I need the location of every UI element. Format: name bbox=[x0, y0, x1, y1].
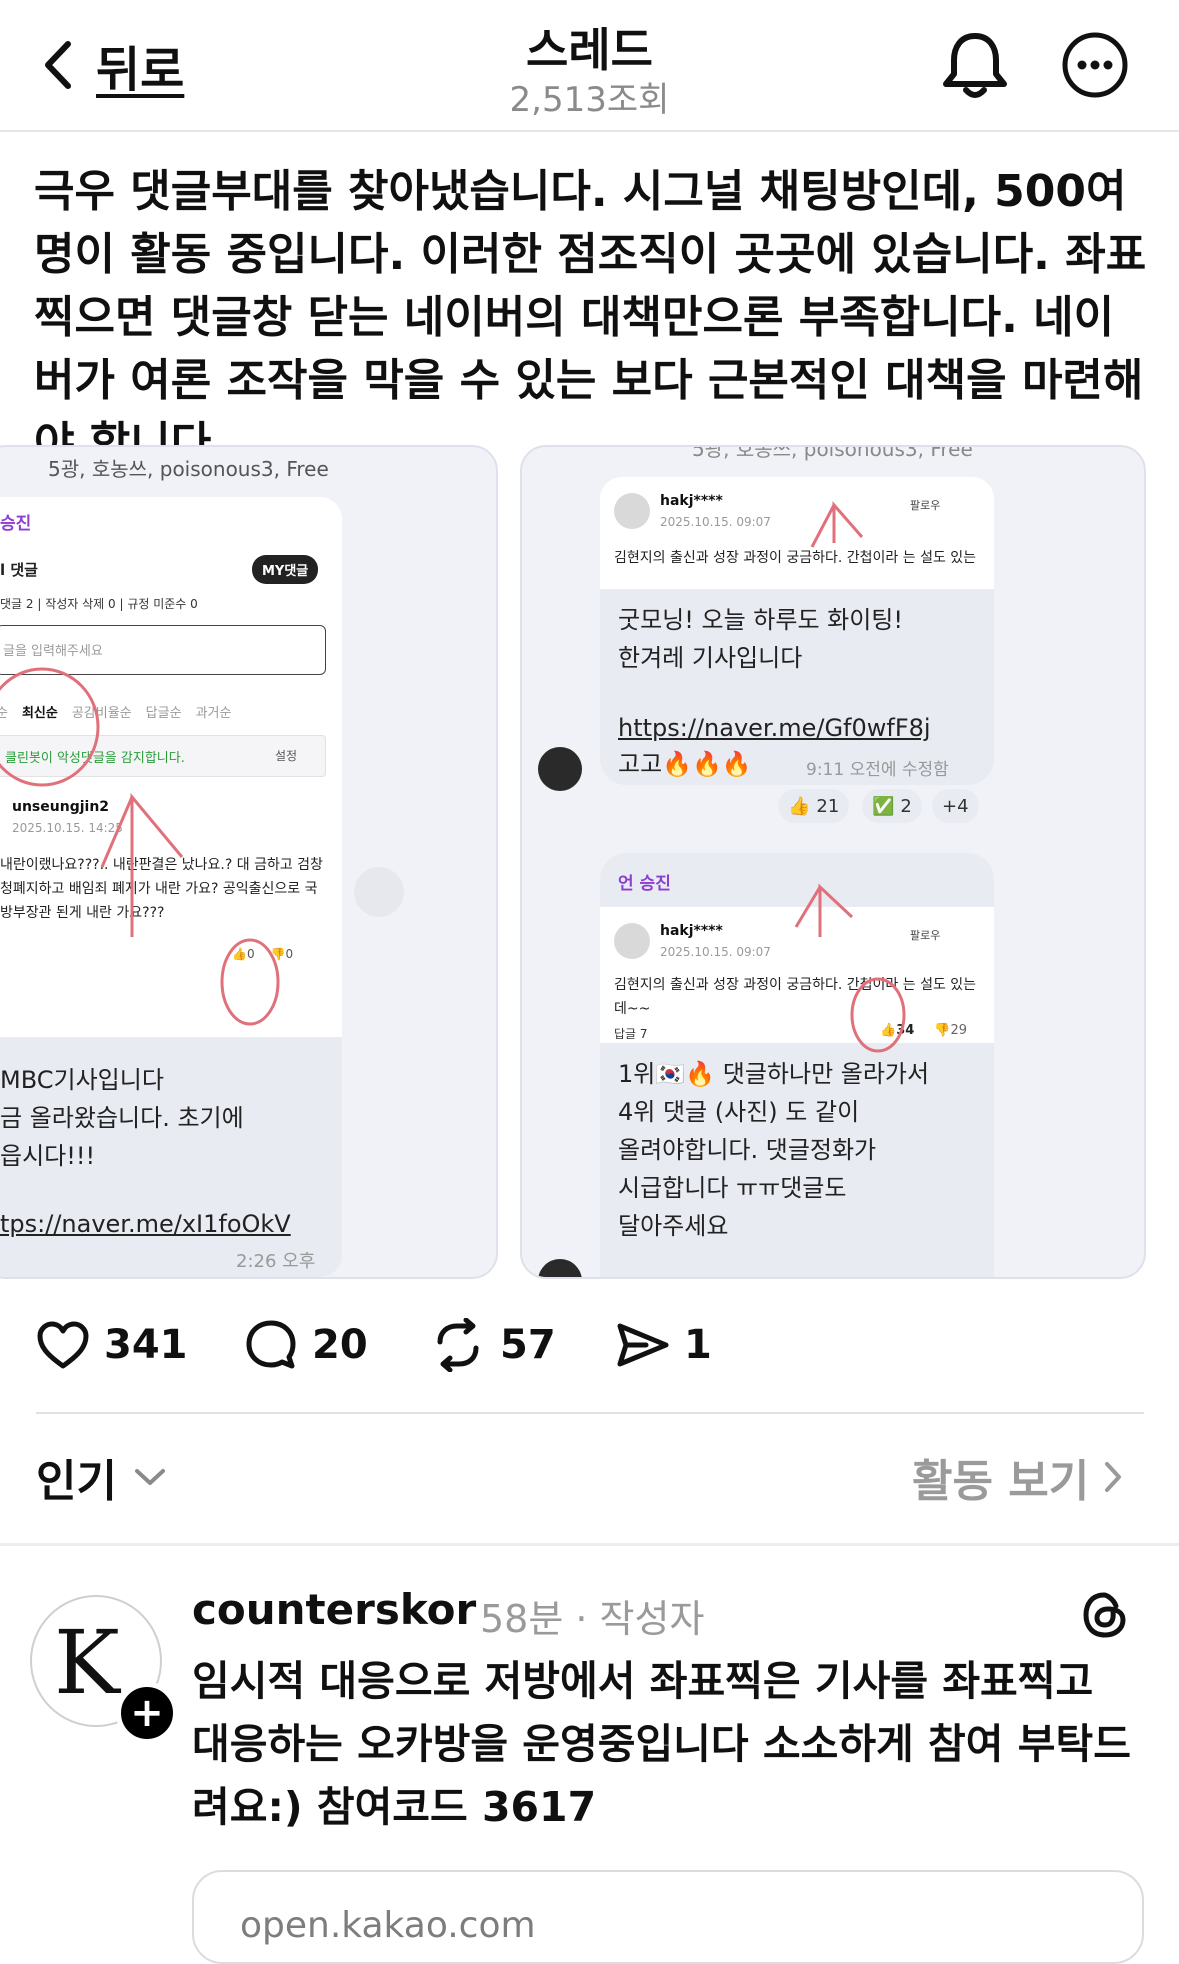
repost-count: 57 bbox=[500, 1322, 556, 1368]
like-count: 341 bbox=[104, 1322, 188, 1368]
share-count: 1 bbox=[684, 1322, 712, 1368]
chevron-right-icon bbox=[1105, 1462, 1122, 1492]
send-icon bbox=[617, 1323, 669, 1367]
avatar-letter: K bbox=[54, 1611, 120, 1714]
repost-icon bbox=[437, 1318, 479, 1372]
red-annotations-2 bbox=[794, 501, 906, 1053]
sort-label: 인기 bbox=[36, 1456, 117, 1507]
view-activity-link[interactable]: 활동 보기 bbox=[912, 1445, 1123, 1509]
red-annotations bbox=[0, 667, 280, 1026]
attached-image-2[interactable]: 5광, 호농쓰, poisonous3, Free hakj**** 2025.… bbox=[520, 445, 1146, 1279]
view-activity-label: 활동 보기 bbox=[912, 1456, 1090, 1507]
share-button[interactable]: 1 bbox=[616, 1315, 712, 1375]
chevron-down-icon bbox=[134, 1469, 165, 1485]
reply-text: 임시적 대응으로 저방에서 좌표찍은 기사를 좌표찍고 대응하는 오카방을 운영… bbox=[192, 1657, 1131, 1831]
heart-icon bbox=[37, 1321, 89, 1369]
comment-count: 20 bbox=[312, 1322, 368, 1368]
reply-meta: 58분 · 작성자 bbox=[480, 1597, 705, 1641]
reply-username[interactable]: counterskor bbox=[192, 1585, 476, 1634]
section-divider bbox=[0, 1543, 1179, 1546]
bell-icon[interactable] bbox=[940, 28, 1010, 102]
follow-plus-icon[interactable]: + bbox=[116, 1682, 178, 1744]
more-options-icon[interactable] bbox=[1060, 30, 1130, 100]
divider bbox=[36, 1412, 1144, 1414]
link-preview-domain: open.kakao.com bbox=[240, 1905, 536, 1946]
attached-image-1[interactable]: 5광, 호농쓰, poisonous3, Free 승진 l 댓글 MY댓글 댓… bbox=[0, 445, 498, 1279]
post-text: 극우 댓글부대를 찾아냈습니다. 시그널 채팅방인데, 500여명이 활동 중입… bbox=[34, 166, 1147, 469]
comment-icon bbox=[246, 1320, 296, 1369]
comment-button[interactable]: 20 bbox=[244, 1315, 368, 1375]
threads-logo-icon bbox=[1080, 1590, 1130, 1640]
like-button[interactable]: 341 bbox=[36, 1315, 188, 1375]
sort-dropdown[interactable]: 인기 bbox=[36, 1445, 167, 1509]
repost-button[interactable]: 57 bbox=[430, 1315, 556, 1375]
